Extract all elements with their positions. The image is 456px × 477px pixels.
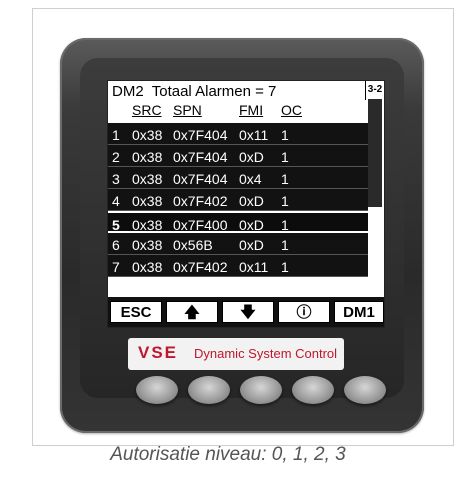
row-number: 4 <box>112 193 120 209</box>
down-arrow-icon[interactable]: 🡇 <box>222 301 274 323</box>
page-indicator: 3-2 <box>365 81 384 100</box>
row-fmi: 0x11 <box>239 127 269 143</box>
row-fmi: 0x11 <box>239 259 269 275</box>
scrollbar[interactable] <box>366 99 384 297</box>
row-oc: 1 <box>281 217 289 233</box>
authorization-caption: Autorisatie niveau: 0, 1, 2, 3 <box>110 444 346 465</box>
hardware-button-1[interactable] <box>136 376 178 404</box>
row-fmi: 0xD <box>239 193 264 209</box>
row-src: 0x38 <box>132 259 163 275</box>
row-oc: 1 <box>281 237 289 253</box>
brand-tagline: Dynamic System Control <box>194 346 338 361</box>
alarm-row[interactable]: 3 0x38 0x7F404 0x4 1 <box>108 167 368 189</box>
row-fmi: 0xD <box>239 237 264 253</box>
col-header-src: SRC <box>132 102 162 118</box>
row-src: 0x38 <box>132 149 163 165</box>
alarm-row[interactable]: 5 0x38 0x7F400 0xD 1 <box>108 211 368 233</box>
vse-logo: VSE <box>138 343 179 362</box>
col-header-oc: OC <box>281 102 302 118</box>
row-spn: 0x7F400 <box>173 217 228 233</box>
row-fmi: 0xD <box>239 217 264 233</box>
row-number: 7 <box>112 259 120 275</box>
row-spn: 0x7F404 <box>173 127 228 143</box>
hardware-button-2[interactable] <box>188 376 230 404</box>
row-fmi: 0x4 <box>239 171 262 187</box>
row-spn: 0x7F402 <box>173 259 228 275</box>
alarm-total-title: DM2 Totaal Alarmen = 7 <box>112 83 277 100</box>
esc-softkey[interactable]: ESC <box>110 301 162 323</box>
lcd-screen: DM2 Totaal Alarmen = 7 SRC SPN FMI OC 3-… <box>107 80 385 328</box>
row-src: 0x38 <box>132 171 163 187</box>
info-icon[interactable]: ⓘ <box>278 301 330 323</box>
alarm-row[interactable]: 4 0x38 0x7F402 0xD 1 <box>108 189 368 211</box>
hardware-button-5[interactable] <box>344 376 386 404</box>
row-spn: 0x7F404 <box>173 171 228 187</box>
row-oc: 1 <box>281 127 289 143</box>
row-number: 3 <box>112 171 120 187</box>
brand-plate: VSE Dynamic System Control <box>128 338 344 370</box>
alarm-row[interactable]: 6 0x38 0x56B 0xD 1 <box>108 233 368 255</box>
row-oc: 1 <box>281 171 289 187</box>
alarm-row[interactable]: 2 0x38 0x7F404 0xD 1 <box>108 145 368 167</box>
col-header-spn: SPN <box>173 102 202 118</box>
row-spn: 0x56B <box>173 237 213 253</box>
row-oc: 1 <box>281 259 289 275</box>
screen-header: DM2 Totaal Alarmen = 7 SRC SPN FMI OC <box>108 81 368 123</box>
row-src: 0x38 <box>132 127 163 143</box>
row-number: 1 <box>112 127 120 143</box>
row-number: 6 <box>112 237 120 253</box>
row-oc: 1 <box>281 149 289 165</box>
hardware-button-4[interactable] <box>292 376 334 404</box>
col-header-fmi: FMI <box>239 102 264 118</box>
hardware-button-3[interactable] <box>240 376 282 404</box>
row-number: 2 <box>112 149 120 165</box>
row-fmi: 0xD <box>239 149 264 165</box>
alarm-row[interactable]: 7 0x38 0x7F402 0x11 1 <box>108 255 368 277</box>
row-src: 0x38 <box>132 217 163 233</box>
row-number: 5 <box>112 217 120 233</box>
alarm-list: 1 0x38 0x7F404 0x11 1 2 0x38 0x7F404 0xD 1 3 0x38 0x… <box>108 123 368 277</box>
dm1-softkey[interactable]: DM1 <box>334 301 384 323</box>
softkey-bar: ESC 🡅 🡇 ⓘ DM1 <box>108 297 384 327</box>
row-spn: 0x7F402 <box>173 193 228 209</box>
row-spn: 0x7F404 <box>173 149 228 165</box>
alarm-row[interactable]: 1 0x38 0x7F404 0x11 1 <box>108 123 368 145</box>
row-oc: 1 <box>281 193 289 209</box>
row-src: 0x38 <box>132 193 163 209</box>
row-src: 0x38 <box>132 237 163 253</box>
scrollbar-thumb[interactable] <box>368 99 382 207</box>
up-arrow-icon[interactable]: 🡅 <box>166 301 218 323</box>
